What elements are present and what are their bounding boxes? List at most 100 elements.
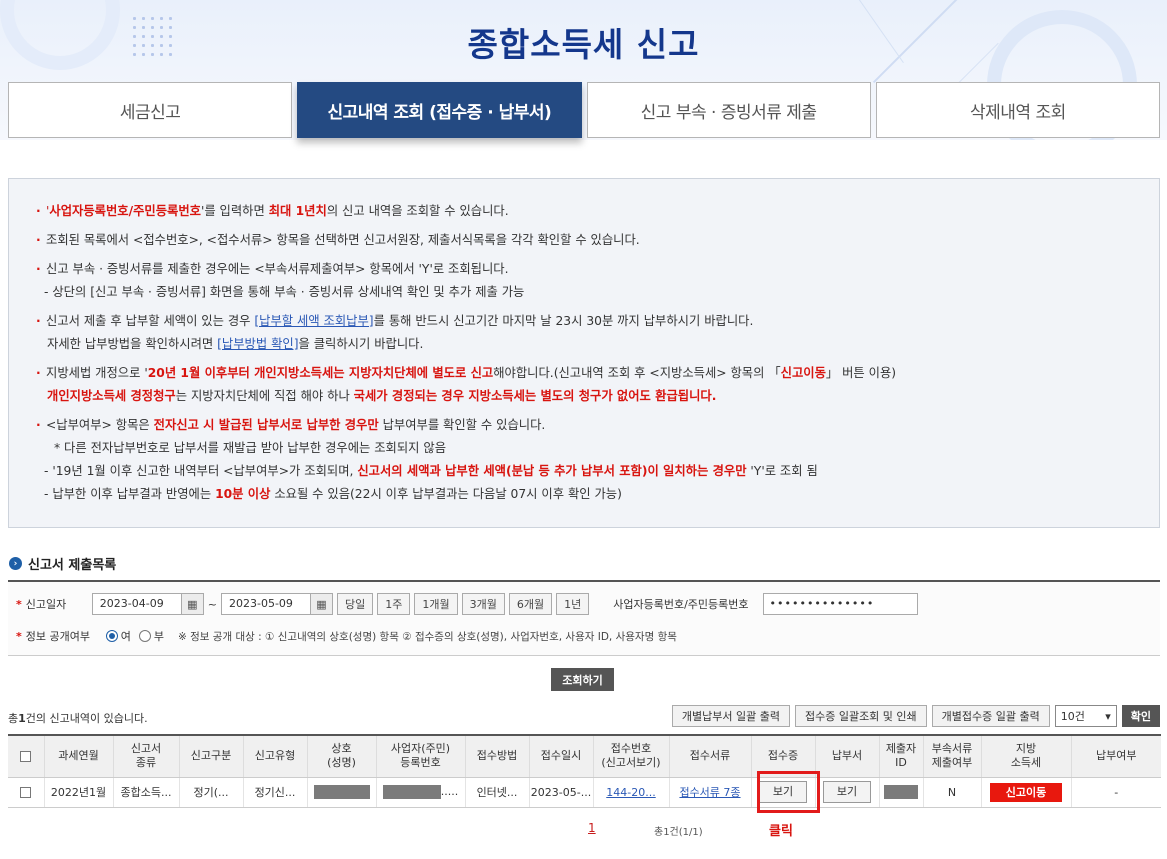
biz-number-input[interactable]: •••••••••••••• (762, 593, 918, 615)
period-1year-button[interactable]: 1년 (556, 593, 590, 615)
column-header: 과세연월 (44, 734, 114, 778)
column-header: 접수방법 (465, 734, 530, 778)
bullet-icon: · (36, 262, 41, 276)
select-all-header (8, 734, 45, 778)
column-header: 부속서류 제출여부 (923, 734, 982, 778)
calendar-icon[interactable]: ▦ (310, 593, 333, 615)
radio-label: 부 (153, 630, 165, 643)
method-cell: 인터넷... (465, 777, 530, 808)
public-row: * 정보 공개여부 여 부 ※ 정보 공개 대상 : ① 신고내역의 상호(성명… (8, 625, 677, 647)
paid-cell: - (1071, 777, 1161, 808)
local-tax-move-button[interactable]: 신고이동 (990, 782, 1062, 802)
kind-cell: 정기신... (243, 777, 308, 808)
row-select-cell (8, 777, 45, 808)
period-3month-button[interactable]: 3개월 (461, 593, 505, 615)
highlight-box (757, 771, 820, 813)
notice-line: · 조회된 목록에서 <접수번호>, <접수서류> 항목을 선택하면 신고서원장,… (36, 233, 640, 247)
tab-attachment-submit[interactable]: 신고 부속 · 증빙서류 제출 (586, 82, 871, 138)
click-annotation: 클릭 (769, 824, 793, 839)
notice-line: - '19년 1월 이후 신고한 내역부터 <납부여부>가 조회되며, 신고서의… (44, 464, 818, 478)
arrow-circle-icon: › (9, 557, 22, 570)
row-checkbox[interactable] (20, 787, 32, 798)
filing-table: 과세연월 신고서 종류 신고구분 신고유형 상호 (성명) 사업자(주민) 등록… (8, 734, 1161, 808)
column-header: 제출자 ID (879, 734, 924, 778)
bulk-receipt-print-button[interactable]: 접수증 일괄조회 및 인쇄 (794, 705, 927, 727)
column-header: 지방 소득세 (981, 734, 1072, 778)
public-note: ※ 정보 공개 대상 : ① 신고내역의 상호(성명) 항목 ② 접수증의 상호… (178, 630, 677, 643)
required-mark: * (16, 629, 22, 643)
page-size-select[interactable]: 10건 ▾ (1054, 705, 1117, 727)
receipt-docs-link[interactable]: 접수서류 7종 (679, 786, 740, 799)
name-cell (307, 777, 377, 808)
period-cell: 2022년1월 (44, 777, 114, 808)
notice-line: * 다른 전자납부번호로 납부서를 재발급 받아 납부한 경우에는 조회되지 않… (54, 441, 447, 455)
period-1month-button[interactable]: 1개월 (414, 593, 458, 615)
tab-bar: 세금신고 신고내역 조회 (접수증 · 납부서) 신고 부속 · 증빙서류 제출… (8, 82, 1160, 138)
tab-deleted-history[interactable]: 삭제내역 조회 (875, 82, 1160, 138)
payment-method-link[interactable]: [납부방법 확인] (217, 337, 298, 351)
required-mark: * (16, 597, 22, 611)
table-header-row: 과세연월 신고서 종류 신고구분 신고유형 상호 (성명) 사업자(주민) 등록… (8, 734, 1161, 778)
column-header: 납부서 (815, 734, 880, 778)
period-1week-button[interactable]: 1주 (377, 593, 411, 615)
inquire-button[interactable]: 조회하기 (551, 668, 614, 691)
notice-line: · 신고 부속 · 증빙서류를 제출한 경우에는 <부속서류제출여부> 항목에서 … (36, 262, 509, 276)
public-label: 정보 공개여부 (25, 630, 90, 643)
bullet-icon: · (36, 314, 41, 328)
select-all-checkbox[interactable] (20, 750, 32, 762)
calendar-icon[interactable]: ▦ (181, 593, 204, 615)
docs-cell: 접수서류 7종 (669, 777, 752, 808)
bulk-bill-print-button[interactable]: 개별납부서 일괄 출력 (671, 705, 790, 727)
bill-view-button[interactable]: 보기 (823, 781, 871, 803)
bullet-icon: · (36, 233, 41, 247)
column-header: 신고서 종류 (113, 734, 180, 778)
reg-number-cell: ..... (376, 777, 466, 808)
type-cell: 종합소득... (113, 777, 180, 808)
period-6month-button[interactable]: 6개월 (508, 593, 553, 615)
column-header: 신고유형 (243, 734, 308, 778)
redacted-number (382, 785, 441, 799)
attach-cell: N (923, 777, 982, 808)
column-header: 상호 (성명) (307, 734, 377, 778)
notice-line: 개인지방소득세 경정청구는 지방자치단체에 직접 해야 하나 국세가 경정되는 … (47, 389, 717, 403)
individual-receipt-print-button[interactable]: 개별접수증 일괄 출력 (931, 705, 1050, 727)
column-header: 사업자(주민) 등록번호 (376, 734, 466, 778)
confirm-button[interactable]: 확인 (1121, 705, 1160, 727)
search-form: * 신고일자 2023-04-09 ▦ ~ 2023-05-09 ▦ 당일 1주… (8, 580, 1160, 656)
column-header: 납부여부 (1071, 734, 1161, 778)
section-title: › 신고서 제출목록 (9, 554, 116, 573)
notice-line: · <납부여부> 항목은 전자신고 시 발급된 납부서로 납부한 경우만 납부여부… (36, 418, 546, 432)
submitter-cell (879, 777, 924, 808)
bullet-icon: · (36, 204, 41, 218)
chevron-down-icon: ▾ (1105, 709, 1111, 723)
column-header: 신고구분 (179, 734, 244, 778)
receipt-number-link[interactable]: 144-20... (606, 786, 655, 799)
tab-tax-filing[interactable]: 세금신고 (8, 82, 293, 138)
date-label: 신고일자 (25, 598, 67, 611)
biz-number-label: 사업자등록번호/주민등록번호 (613, 598, 749, 611)
public-no-radio[interactable] (138, 630, 151, 642)
redacted-name (313, 785, 370, 799)
date-from-input[interactable]: 2023-04-09 (91, 593, 182, 615)
radio-label: 여 (120, 630, 131, 643)
tax-payment-link[interactable]: [납부할 세액 조회납부] (254, 314, 373, 328)
notice-line: 자세한 납부방법을 확인하시려면 [납부방법 확인]을 클릭하시기 바랍니다. (47, 337, 424, 351)
bullet-icon: · (36, 418, 41, 432)
date-row: * 신고일자 2023-04-09 ▦ ~ 2023-05-09 ▦ 당일 1주… (8, 593, 918, 615)
bullet-icon: · (36, 366, 41, 380)
public-yes-radio[interactable] (105, 630, 118, 642)
period-today-button[interactable]: 당일 (336, 593, 374, 615)
column-header: 접수번호 (신고서보기) (593, 734, 670, 778)
date-to-input[interactable]: 2023-05-09 (220, 593, 311, 615)
page-link-current[interactable]: 1 (588, 821, 596, 835)
range-separator: ~ (207, 597, 217, 611)
column-header: 접수일시 (529, 734, 594, 778)
division-cell: 정기(... (179, 777, 244, 808)
result-toolbar: 개별납부서 일괄 출력 접수증 일괄조회 및 인쇄 개별접수증 일괄 출력 10… (671, 705, 1160, 727)
notice-line: · 지방세법 개정으로 '20년 1월 이후부터 개인지방소득세는 지방자치단체에… (36, 366, 897, 380)
column-header: 접수서류 (669, 734, 752, 778)
page-info: 총1건(1/1) (654, 827, 703, 838)
notice-line: - 상단의 [신고 부속 · 증빙서류] 화면을 통해 부속 · 증빙서류 상세… (44, 285, 525, 299)
local-tax-cell: 신고이동 (981, 777, 1072, 808)
tab-filing-history[interactable]: 신고내역 조회 (접수증 · 납부서) (297, 82, 582, 138)
